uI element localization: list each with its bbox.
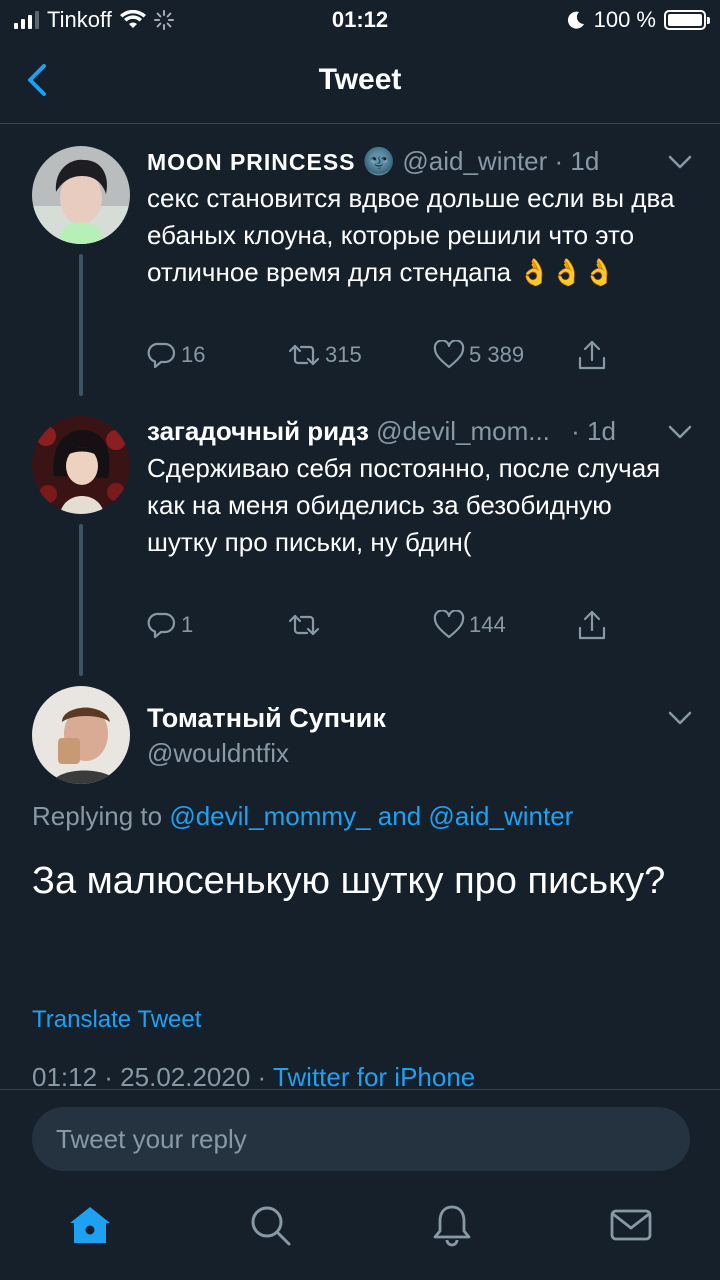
tweet-text: секс становится вдвое дольше если вы два…: [147, 183, 675, 287]
replying-prefix: Replying to: [32, 801, 163, 831]
tweet-actions: 1 144: [147, 610, 627, 646]
like-button[interactable]: 144: [433, 610, 506, 640]
share-icon: [578, 340, 606, 370]
like-icon: [433, 340, 465, 369]
thread-line: [79, 254, 83, 396]
chevron-down-icon[interactable]: [668, 424, 692, 440]
moon-face-emoji: 🌚: [362, 146, 396, 176]
tweet-time: · 1d: [554, 146, 600, 176]
author-handle[interactable]: @devil_mom...: [376, 416, 550, 446]
tweet-text: Сдерживаю себя постоянно, после случая к…: [147, 453, 661, 557]
author-handle[interactable]: @aid_winter: [402, 146, 547, 176]
tweet-header: MOON PRINCESS 🌚 @aid_winter · 1d: [147, 146, 599, 177]
mention-link[interactable]: @devil_mommy_: [169, 801, 370, 831]
reply-button[interactable]: 1: [147, 610, 193, 640]
reply-button[interactable]: 16: [147, 340, 205, 370]
like-button[interactable]: 5 389: [433, 340, 524, 370]
battery-percent: 100 %: [593, 7, 656, 32]
avatar[interactable]: [32, 146, 130, 244]
avatar[interactable]: [32, 686, 130, 784]
share-button[interactable]: [577, 340, 607, 372]
share-button[interactable]: [577, 610, 607, 642]
reply-icon: [147, 342, 176, 369]
reply-area: [0, 1089, 720, 1280]
tweet-time: · 1d: [571, 416, 616, 446]
retweet-button[interactable]: [287, 610, 325, 640]
translate-tweet-link[interactable]: Translate Tweet: [32, 1006, 201, 1034]
like-count: 5 389: [469, 342, 525, 367]
status-bar: Tinkoff 01:12 100 %: [0, 0, 720, 40]
reply-input[interactable]: [32, 1107, 690, 1171]
retweet-icon: [288, 344, 320, 366]
nav-bar: Tweet: [0, 40, 720, 124]
status-right: 100 %: [566, 7, 710, 33]
retweet-count: 315: [325, 342, 362, 367]
author-handle[interactable]: @wouldntfix: [147, 738, 289, 769]
search-icon[interactable]: [248, 1203, 292, 1247]
author-name[interactable]: MOON PRINCESS: [147, 149, 356, 175]
tweet-meta: 01:12 · 25.02.2020 · Twitter for iPhone: [32, 1062, 475, 1088]
tweet-text: За малюсенькую шутку про письку?: [32, 860, 666, 902]
messages-icon[interactable]: [609, 1203, 653, 1247]
like-icon: [433, 610, 465, 639]
tweet-timestamp: 01:12 · 25.02.2020 ·: [32, 1062, 267, 1088]
chevron-down-icon[interactable]: [668, 154, 692, 170]
thread-line: [79, 524, 83, 676]
client-link[interactable]: Twitter for iPhone: [273, 1062, 475, 1088]
reply-count: 1: [181, 612, 194, 637]
moon-icon: [567, 11, 584, 29]
home-icon[interactable]: [68, 1203, 112, 1247]
author-name[interactable]: загадочный ридз: [147, 416, 369, 446]
tweet-actions: 16 315 5 389: [147, 340, 627, 376]
avatar[interactable]: [32, 416, 130, 514]
reply-count: 16: [181, 342, 206, 367]
mention-link[interactable]: @aid_winter: [428, 801, 573, 831]
chevron-down-icon[interactable]: [668, 710, 692, 726]
page-title: Tweet: [318, 63, 402, 96]
author-name[interactable]: Томатный Супчик: [147, 703, 386, 734]
retweet-icon: [288, 614, 320, 636]
replying-to: Replying to @devil_mommy_ and @aid_winte…: [32, 801, 573, 832]
reply-box[interactable]: [32, 1107, 690, 1171]
battery-icon: [664, 10, 710, 30]
replying-and[interactable]: and: [378, 801, 421, 831]
share-icon: [578, 610, 606, 640]
like-count: 144: [469, 612, 506, 637]
retweet-button[interactable]: 315: [287, 340, 362, 370]
tweet-header: загадочный ридз @devil_mom... · 1d: [147, 416, 616, 447]
reply-icon: [147, 612, 176, 639]
notifications-icon[interactable]: [430, 1203, 474, 1247]
